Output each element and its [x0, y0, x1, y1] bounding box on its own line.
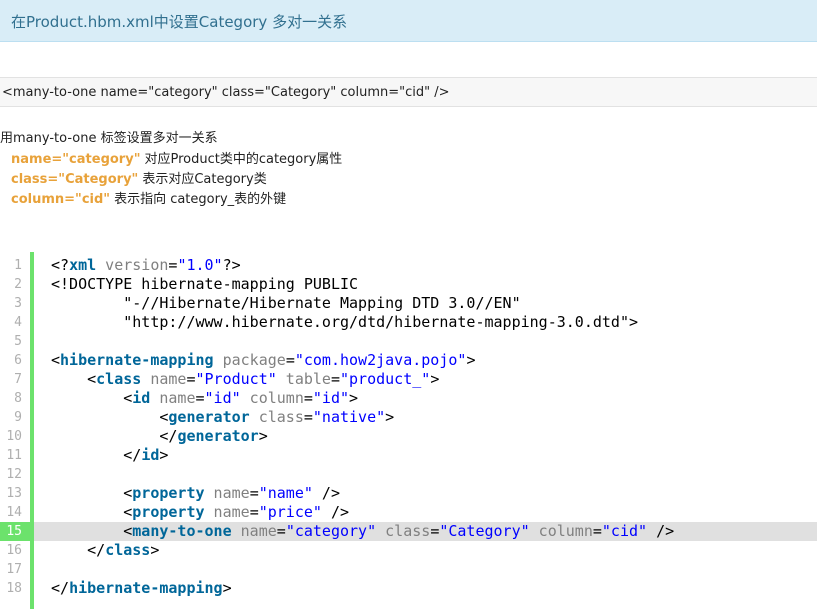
code-line: 7 <class name="Product" table="product_"… [0, 370, 817, 389]
description-item-column: column="cid" 表示指向 category_表的外键 [11, 188, 286, 207]
panel-title: 在Product.hbm.xml中设置Category 多对一关系 [11, 13, 348, 31]
code-line: 10 </generator> [0, 427, 817, 446]
code-text: </generator> [51, 427, 268, 445]
code-line: 4 "http://www.hibernate.org/dtd/hibernat… [0, 313, 817, 332]
line-number: 17 [6, 562, 22, 577]
code-text: "-//Hibernate/Hibernate Mapping DTD 3.0/… [51, 294, 521, 312]
line-number: 2 [14, 277, 22, 292]
code-line: 18 </hibernate-mapping> [0, 579, 817, 598]
code-text: <id name="id" column="id"> [51, 389, 359, 407]
code-text: </hibernate-mapping> [51, 579, 232, 597]
line-number: 6 [14, 353, 22, 368]
code-line: 9 <generator class="native"> [0, 408, 817, 427]
line-number: 15 [6, 524, 22, 539]
description-text: 表示指向 category_表的外键 [114, 192, 287, 207]
line-number: 18 [6, 581, 22, 596]
inline-code-snippet: <many-to-one name="category" class="Cate… [0, 77, 817, 107]
code-line: 3 "-//Hibernate/Hibernate Mapping DTD 3.… [0, 294, 817, 313]
code-text: <hibernate-mapping package="com.how2java… [51, 351, 476, 369]
line-number: 1 [14, 258, 22, 273]
code-line: 11 </id> [0, 446, 817, 465]
description-attr: column="cid" [11, 192, 111, 207]
code-line: 6 <hibernate-mapping package="com.how2jav… [0, 351, 817, 370]
code-text: </id> [51, 446, 169, 464]
code-line: 13 <property name="name" /> [0, 484, 817, 503]
description-intro: 使用many-to-one 标签设置多对一关系 [0, 131, 218, 146]
line-number: 4 [14, 315, 22, 330]
code-line: 2 <!DOCTYPE hibernate-mapping PUBLIC [0, 275, 817, 294]
line-number: 14 [6, 505, 22, 520]
code-line: 17 [0, 560, 817, 579]
line-number: 9 [14, 410, 22, 425]
description-text: 表示对应Category类 [142, 172, 267, 187]
description-attr: class="Category" [11, 172, 139, 187]
code-line: 1 <?xml version="1.0"?> [0, 256, 817, 275]
code-line: 8 <id name="id" column="id"> [0, 389, 817, 408]
line-number: 3 [14, 296, 22, 311]
line-number: 7 [14, 372, 22, 387]
line-number: 8 [14, 391, 22, 406]
code-text: <!DOCTYPE hibernate-mapping PUBLIC [51, 275, 359, 293]
code-text: <generator class="native"> [51, 408, 395, 426]
code-editor[interactable]: 1 <?xml version="1.0"?> 2 <!DOCTYPE hiberna… [0, 252, 817, 609]
description-item-class: class="Category" 表示对应Category类 [11, 168, 267, 187]
code-text: </class> [51, 541, 160, 559]
code-text: "http://www.hibernate.org/dtd/hibernate-… [51, 313, 638, 331]
code-text: <many-to-one name="category" class="Cate… [51, 522, 675, 540]
line-number: 12 [6, 467, 22, 482]
code-line: 5 [0, 332, 817, 351]
code-text: <class name="Product" table="product_"> [51, 370, 440, 388]
inline-code-text: <many-to-one name="category" class="Cate… [2, 85, 450, 100]
code-line: 12 [0, 465, 817, 484]
line-number: 10 [6, 429, 22, 444]
description-attr: name="category" [11, 152, 141, 167]
line-number: 13 [6, 486, 22, 501]
panel-header: 在Product.hbm.xml中设置Category 多对一关系 [0, 0, 817, 42]
line-number: 16 [6, 543, 22, 558]
code-text: <property name="price" /> [51, 503, 350, 521]
code-text: <?xml version="1.0"?> [51, 256, 241, 274]
code-line: 16 </class> [0, 541, 817, 560]
code-text: <property name="name" /> [51, 484, 340, 502]
line-number: 11 [6, 448, 22, 463]
line-number: 5 [14, 334, 22, 349]
description-text: 对应Product类中的category属性 [144, 152, 343, 167]
code-line: 14 <property name="price" /> [0, 503, 817, 522]
code-line: 15 <many-to-one name="category" class="C… [0, 522, 817, 541]
description-item-name: name="category" 对应Product类中的category属性 [11, 148, 342, 167]
